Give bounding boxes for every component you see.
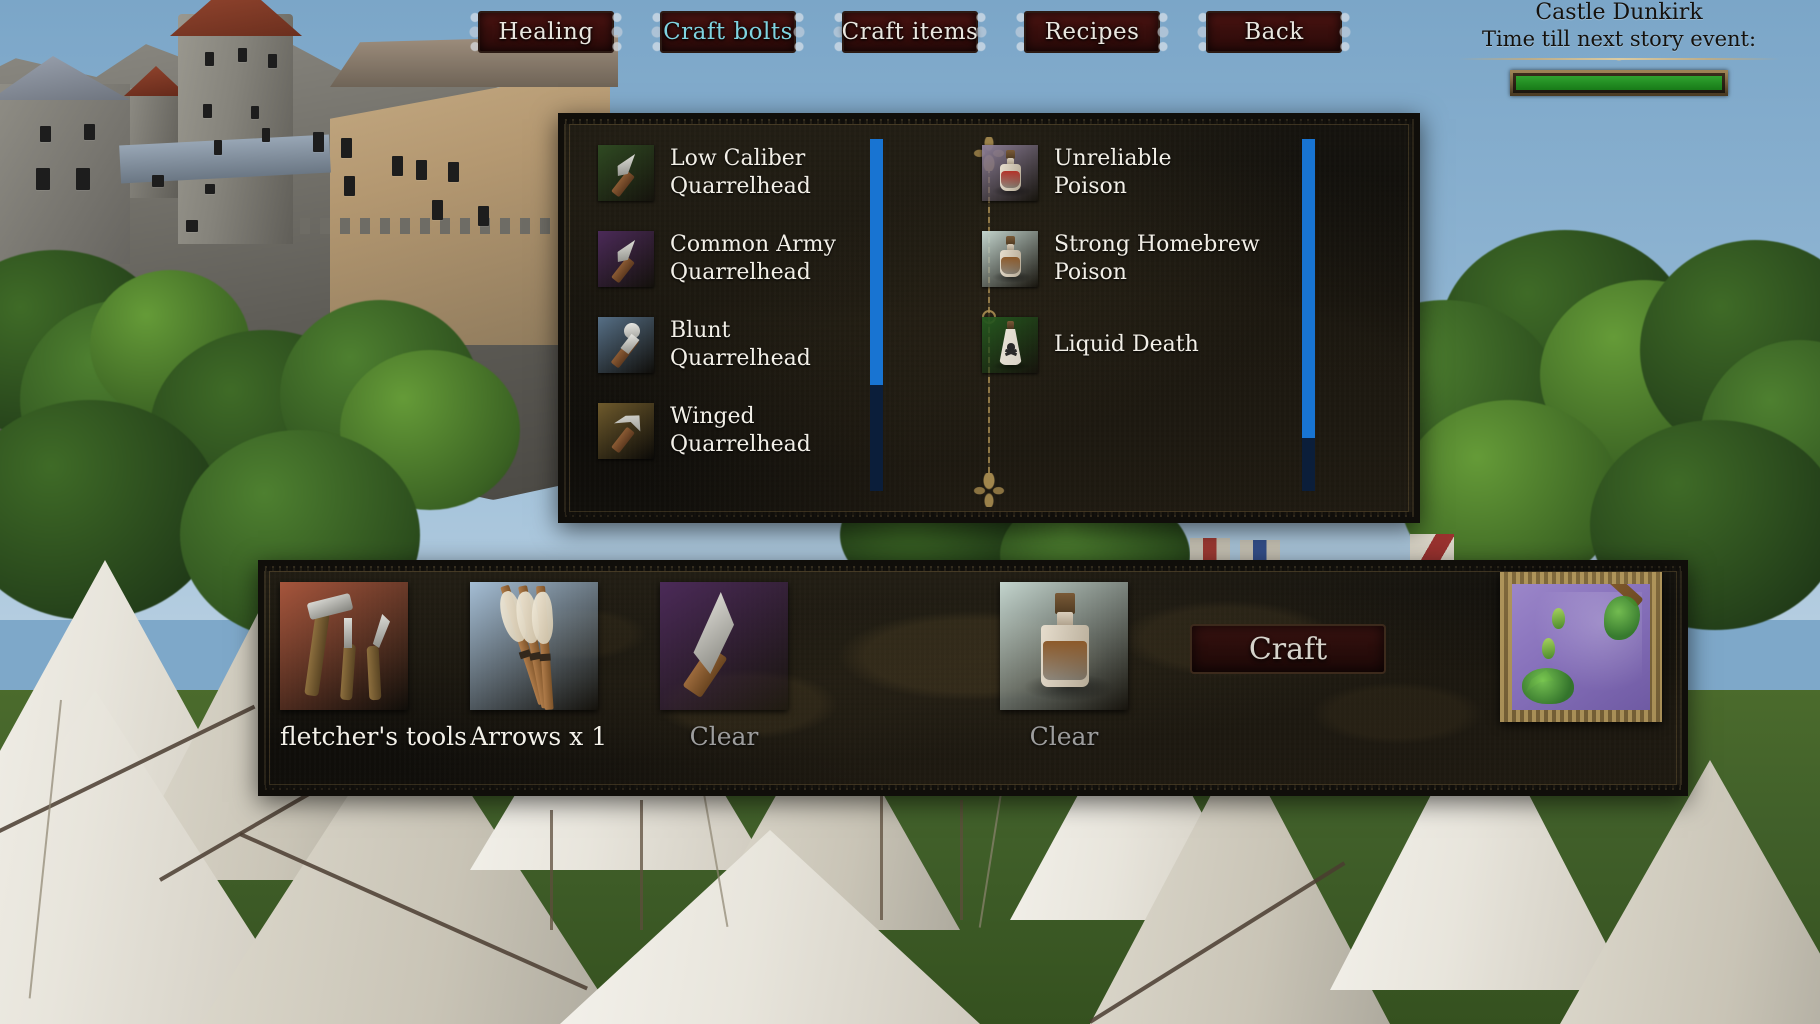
item-label: Strong Homebrew Poison [1054,232,1260,285]
poisoned-bolt-icon [1512,584,1650,710]
slot-icon[interactable] [1000,582,1128,710]
item-label: Winged Quarrelhead [670,404,811,457]
list-item[interactable]: Winged Quarrelhead [598,395,952,467]
nav-button-craft-bolts[interactable]: Craft bolts [644,6,812,58]
item-icon [982,145,1038,201]
panel-edge-bottom [560,512,1418,522]
item-icon [598,317,654,373]
nav-button-back[interactable]: Back [1190,6,1358,58]
item-label: Blunt Quarrelhead [670,318,811,371]
slot-icon[interactable] [280,582,408,710]
story-event-progress-bar [1510,70,1728,96]
craft-result-frame[interactable] [1500,572,1662,722]
item-label: Low Caliber Quarrelhead [670,146,811,199]
list-item[interactable]: Blunt Quarrelhead [598,309,952,381]
nav-button-label: Craft items [841,19,979,45]
castle-battlement [300,218,560,234]
craft-bar-edge-bottom [260,785,1686,795]
scrollbar-thumb[interactable] [870,139,883,386]
item-label: Unreliable Poison [1054,146,1172,199]
item-label: Liquid Death [1054,332,1199,357]
item-icon [982,231,1038,287]
scroll-ornament-icon [604,6,630,58]
status-panel: Castle Dunkirk Time till next story even… [1454,0,1784,98]
nav-button-craft-items[interactable]: Craft items [826,6,994,58]
slot-label[interactable]: Clear [1000,722,1128,751]
nav-button-label: Healing [498,19,594,45]
scrollbar-thumb[interactable] [1302,139,1315,439]
story-event-label: Time till next story event: [1481,27,1757,51]
slot-icon[interactable] [470,582,598,710]
slot-label[interactable]: Clear [660,722,788,751]
castle-keep [0,84,130,264]
craft-bar: Clear Clear Arrows x 1 fletcher's tools Cra… [258,560,1688,796]
slot-label: Arrows x 1 [470,722,608,751]
item-icon [598,403,654,459]
list-item[interactable]: Strong Homebrew Poison [982,223,1336,295]
craft-button[interactable]: Craft [1190,624,1386,674]
craft-slot-arrows[interactable]: Arrows x 1 [470,582,608,751]
item-icon [982,317,1038,373]
craft-button-label: Craft [1248,631,1328,667]
ornament-flourish [1454,52,1784,66]
scrollbar[interactable] [870,139,883,491]
craft-slot-fletchers-tools[interactable]: fletcher's tools [280,582,467,751]
list-item[interactable]: Common Army Quarrelhead [598,223,952,295]
location-name: Castle Dunkirk [1535,0,1703,25]
scroll-ornament-icon [1332,6,1358,58]
scrollbar[interactable] [1302,139,1315,491]
quarrelhead-list[interactable]: Low Caliber Quarrelhead Common Army Quarrel… [568,123,952,513]
slot-icon[interactable] [660,582,788,710]
list-item[interactable]: Unreliable Poison [982,137,1336,209]
item-icon [598,231,654,287]
slot-label: fletcher's tools [280,722,467,751]
item-label: Common Army Quarrelhead [670,232,836,285]
scroll-ornament-icon [1150,6,1176,58]
nav-button-recipes[interactable]: Recipes [1008,6,1176,58]
crafting-ingredient-panel: Low Caliber Quarrelhead Common Army Quarrel… [558,113,1420,523]
craft-bar-edge-top [260,561,1686,571]
craft-slot-poison-slot[interactable]: Clear [1000,582,1128,751]
craft-slot-row: Clear Clear Arrows x 1 fletcher's tools Cra… [280,582,1666,778]
craft-slot-quarrelhead-slot[interactable]: Clear [660,582,788,751]
nav-button-label: Back [1244,19,1304,45]
story-event-progress-fill [1516,76,1722,90]
list-item[interactable]: Liquid Death [982,309,1336,381]
item-icon [598,145,654,201]
poison-list[interactable]: Unreliable Poison Strong Homebrew Poison Liq… [952,123,1336,513]
list-item[interactable]: Low Caliber Quarrelhead [598,137,952,209]
nav-button-healing[interactable]: Healing [462,6,630,58]
nav-button-label: Craft bolts [663,19,793,45]
nav-button-label: Recipes [1044,19,1140,45]
